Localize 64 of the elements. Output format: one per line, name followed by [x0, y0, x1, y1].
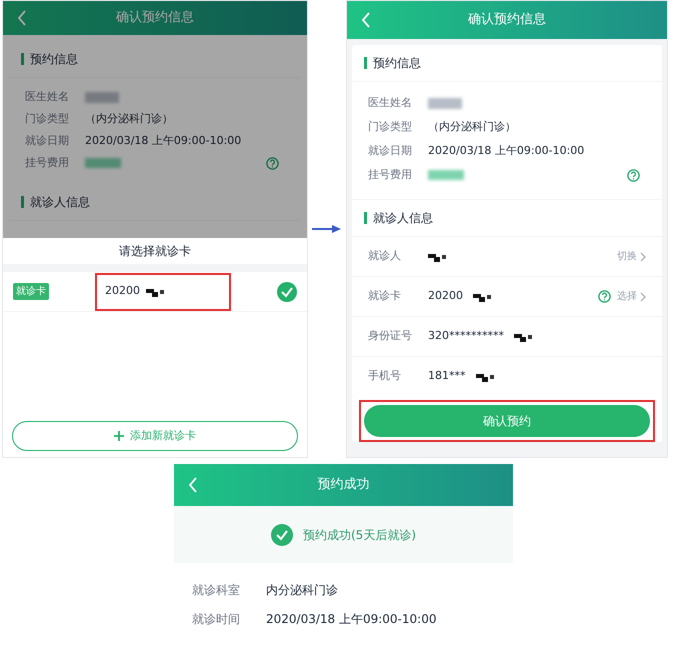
redaction-mark: [473, 292, 491, 302]
section-heading: 预约信息: [30, 51, 78, 68]
back-icon[interactable]: [188, 476, 198, 494]
check-icon: [271, 524, 293, 546]
help-icon[interactable]: [627, 168, 640, 182]
card-option[interactable]: 就诊卡 20200: [3, 272, 307, 312]
section-marker: [21, 196, 24, 208]
field-label: 挂号费用: [25, 154, 70, 171]
field-value: （内分泌科门诊）: [85, 110, 173, 127]
field-label: 医生姓名: [25, 88, 70, 105]
section-marker: [364, 57, 367, 69]
section-heading: 就诊人信息: [373, 210, 433, 227]
confirm-button[interactable]: 确认预约: [364, 405, 650, 437]
field-label: 手机号: [368, 368, 402, 384]
section-heading: 预约信息: [373, 55, 421, 72]
action-link[interactable]: 切换: [617, 249, 646, 264]
screen-title: 确认预约信息: [468, 11, 546, 30]
field-label: 就诊日期: [25, 132, 70, 149]
chevron-icon: [640, 292, 646, 302]
screen-title: 预约成功: [318, 476, 370, 494]
back-icon[interactable]: [361, 11, 371, 29]
chevron-icon: [640, 252, 646, 262]
redaction-mark: [428, 170, 464, 180]
back-icon[interactable]: [17, 9, 27, 27]
field-value: 2020/03/18 上午09:00-10:00: [266, 610, 436, 628]
help-icon[interactable]: [266, 156, 279, 170]
field-value: 20200: [428, 288, 463, 304]
redaction-mark: [428, 252, 446, 262]
field-value: 2020/03/18 上午09:00-10:00: [428, 142, 584, 159]
field-label: 门诊类型: [368, 118, 413, 135]
redaction-mark: [428, 98, 462, 108]
section-marker: [364, 212, 367, 224]
help-icon[interactable]: [598, 290, 611, 303]
section-marker: [21, 53, 24, 65]
redaction-mark: [85, 92, 119, 102]
field-value: 2020/03/18 上午09:00-10:00: [85, 132, 242, 149]
action-link[interactable]: 选择: [617, 289, 646, 304]
plus-icon: [114, 431, 124, 441]
field-value: 320**********: [428, 328, 504, 344]
field-label: 挂号费用: [368, 166, 413, 183]
field-label: 就诊卡: [368, 288, 402, 304]
redaction-mark: [85, 158, 121, 168]
card-number: 20200: [105, 283, 140, 300]
field-label: 就诊日期: [368, 142, 413, 159]
field-value: 内分泌科门诊: [266, 582, 338, 598]
field-label: 就诊时间: [192, 610, 241, 628]
field-label: 就诊科室: [192, 582, 241, 598]
sheet-title: 请选择就诊卡: [3, 238, 307, 272]
redaction-mark: [514, 332, 532, 342]
section-heading: 就诊人信息: [30, 194, 90, 211]
field-label: 身份证号: [368, 328, 413, 344]
redaction-mark: [146, 286, 164, 296]
field-value: （内分泌科门诊）: [428, 118, 516, 135]
add-card-button[interactable]: 添加新就诊卡: [12, 421, 298, 451]
field-label: 就诊人: [368, 248, 402, 264]
check-icon[interactable]: [277, 282, 297, 302]
field-label: 医生姓名: [368, 94, 413, 111]
success-message: 预约成功(5天后就诊): [303, 526, 416, 544]
card-tag: 就诊卡: [13, 283, 49, 300]
screen-title: 确认预约信息: [116, 9, 194, 28]
field-label: 门诊类型: [25, 110, 70, 127]
arrow-icon: [312, 224, 342, 234]
field-value: 181***: [428, 368, 466, 384]
redaction-mark: [476, 372, 494, 382]
